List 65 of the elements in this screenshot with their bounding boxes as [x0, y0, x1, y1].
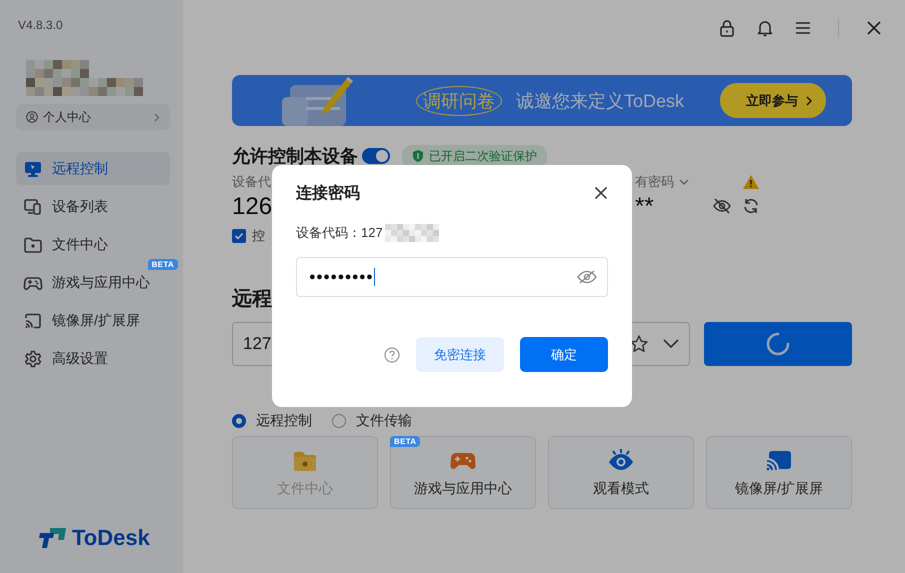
toggle-switch[interactable] [362, 148, 390, 164]
pixelated-code [384, 224, 439, 242]
cast-icon [23, 310, 43, 330]
beta-badge: BETA [390, 436, 420, 447]
eye-slash-icon[interactable] [712, 196, 732, 216]
feature-card[interactable]: 观看模式 [548, 436, 694, 509]
checkbox[interactable] [232, 229, 246, 243]
help-icon[interactable] [384, 346, 400, 362]
text-caret [374, 268, 376, 286]
survey-banner[interactable]: 调研问卷 诚邀您来定义ToDesk 立即参与 [232, 75, 852, 126]
radio-button[interactable] [332, 414, 346, 428]
loading-spinner-icon [765, 331, 791, 357]
beta-badge: BETA [148, 259, 178, 270]
nav-item[interactable]: 远程控制 [16, 152, 170, 185]
star-icon[interactable] [629, 334, 649, 354]
card-label: 镜像屏/扩展屏 [735, 480, 823, 498]
device-code-label: 设备代码：127 [296, 224, 383, 242]
field-label: 设备代 [232, 173, 272, 191]
device-code: 126 [232, 193, 274, 221]
password-value: ** [635, 193, 654, 221]
card-label: 观看模式 [593, 480, 649, 498]
chevron-down-icon[interactable] [663, 339, 679, 349]
nav-item[interactable]: 镜像屏/扩展屏 [16, 304, 170, 337]
checkmark-icon [234, 231, 244, 241]
card-label: 游戏与应用中心 [414, 480, 512, 498]
survey-tag: 调研问卷 [416, 86, 502, 116]
dialog-title: 连接密码 [296, 183, 360, 204]
logo-wordmark: ToDesk [72, 525, 150, 551]
devices-icon [23, 196, 43, 216]
password-type-label: 有密码 [635, 173, 674, 191]
passwordless-button[interactable]: 免密连接 [416, 337, 504, 372]
nav-item[interactable]: 文件中心 [16, 228, 170, 261]
close-icon[interactable] [865, 18, 883, 36]
section-title: 远程 [232, 287, 273, 312]
logo-icon [38, 526, 68, 550]
lock-icon[interactable] [718, 18, 736, 36]
warning-icon [742, 174, 760, 190]
refresh-icon[interactable] [742, 197, 760, 215]
bell-icon[interactable] [756, 18, 774, 36]
chevron-right-icon [806, 96, 812, 106]
card-label: 文件中心 [277, 480, 333, 498]
nav-item[interactable]: 高级设置 [16, 342, 170, 375]
feature-card[interactable]: 镜像屏/扩展屏 [706, 436, 852, 509]
banner-text: 诚邀您来定义ToDesk [516, 90, 684, 112]
shield-icon [412, 149, 424, 163]
radio-button[interactable] [232, 414, 246, 428]
gear-icon [23, 348, 43, 368]
verification-badge: 已开启二次验证保护 [402, 144, 547, 168]
join-button[interactable]: 立即参与 [720, 83, 826, 118]
profile-button[interactable]: 个人中心 [16, 104, 170, 130]
password-field[interactable]: ●●●●●●●●● [296, 257, 608, 297]
user-icon [26, 111, 38, 123]
nav-item[interactable]: 设备列表 [16, 190, 170, 223]
section-title: 允许控制本设备 [232, 145, 358, 168]
radio-label: 远程控制 [256, 412, 312, 430]
chevron-down-icon[interactable] [679, 179, 689, 185]
chevron-right-icon [154, 112, 160, 122]
eye-slash-icon[interactable] [577, 270, 597, 284]
eye-icon [608, 448, 634, 472]
confirm-button[interactable]: 确定 [520, 337, 608, 372]
checkbox-label: 控 [252, 227, 265, 245]
version-label: V4.8.3.0 [18, 18, 64, 32]
radio-label: 文件传输 [356, 412, 412, 430]
close-icon[interactable] [594, 186, 608, 200]
folder-icon [23, 234, 43, 254]
